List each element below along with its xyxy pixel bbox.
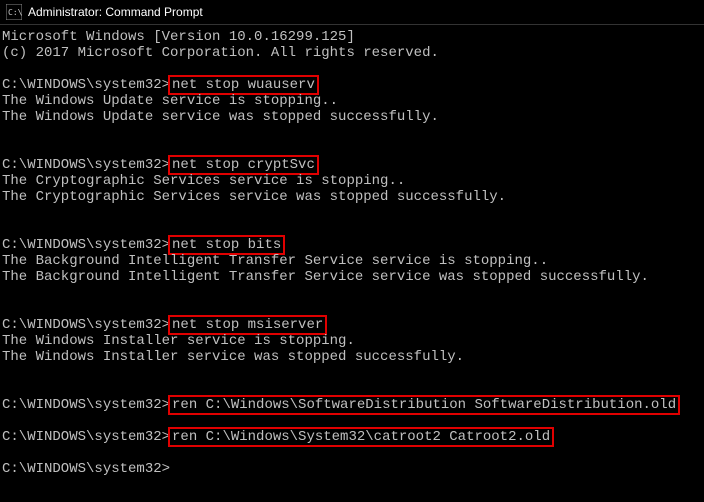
command-highlight: net stop wuauserv bbox=[168, 75, 319, 95]
prompt: C:\WINDOWS\system32> bbox=[2, 429, 170, 445]
output-line: The Cryptographic Services service was s… bbox=[2, 189, 702, 205]
output-line: The Windows Installer service is stoppin… bbox=[2, 333, 702, 349]
cmd-line: C:\WINDOWS\system32>ren C:\Windows\Syste… bbox=[2, 429, 702, 445]
copyright-line: (c) 2017 Microsoft Corporation. All righ… bbox=[2, 45, 702, 61]
prompt: C:\WINDOWS\system32> bbox=[2, 317, 170, 333]
blank-line bbox=[2, 141, 702, 157]
command-highlight: net stop msiserver bbox=[168, 315, 327, 335]
command-highlight: ren C:\Windows\SoftwareDistribution Soft… bbox=[168, 395, 680, 415]
cmd-line: C:\WINDOWS\system32>ren C:\Windows\Softw… bbox=[2, 397, 702, 413]
prompt: C:\WINDOWS\system32> bbox=[2, 237, 170, 253]
command-highlight: net stop bits bbox=[168, 235, 285, 255]
window-title: Administrator: Command Prompt bbox=[28, 5, 203, 19]
output-line: The Background Intelligent Transfer Serv… bbox=[2, 253, 702, 269]
blank-line bbox=[2, 301, 702, 317]
blank-line bbox=[2, 61, 702, 77]
terminal-output[interactable]: Microsoft Windows [Version 10.0.16299.12… bbox=[0, 25, 704, 479]
cmd-line: C:\WINDOWS\system32>net stop wuauserv bbox=[2, 77, 702, 93]
blank-line bbox=[2, 221, 702, 237]
version-line: Microsoft Windows [Version 10.0.16299.12… bbox=[2, 29, 702, 45]
blank-line bbox=[2, 445, 702, 461]
output-line: The Background Intelligent Transfer Serv… bbox=[2, 269, 702, 285]
window-titlebar[interactable]: C:\ Administrator: Command Prompt bbox=[0, 0, 704, 25]
cmd-icon: C:\ bbox=[6, 4, 22, 20]
output-line: The Cryptographic Services service is st… bbox=[2, 173, 702, 189]
prompt: C:\WINDOWS\system32> bbox=[2, 397, 170, 413]
output-line: The Windows Update service was stopped s… bbox=[2, 109, 702, 125]
blank-line bbox=[2, 285, 702, 301]
cmd-line[interactable]: C:\WINDOWS\system32> bbox=[2, 461, 702, 477]
prompt: C:\WINDOWS\system32> bbox=[2, 157, 170, 173]
cmd-line: C:\WINDOWS\system32>net stop cryptSvc bbox=[2, 157, 702, 173]
svg-text:C:\: C:\ bbox=[8, 8, 22, 17]
cmd-line: C:\WINDOWS\system32>net stop bits bbox=[2, 237, 702, 253]
blank-line bbox=[2, 125, 702, 141]
output-line: The Windows Installer service was stoppe… bbox=[2, 349, 702, 365]
blank-line bbox=[2, 365, 702, 381]
cmd-line: C:\WINDOWS\system32>net stop msiserver bbox=[2, 317, 702, 333]
command-highlight: ren C:\Windows\System32\catroot2 Catroot… bbox=[168, 427, 554, 447]
output-line: The Windows Update service is stopping.. bbox=[2, 93, 702, 109]
command-highlight: net stop cryptSvc bbox=[168, 155, 319, 175]
prompt: C:\WINDOWS\system32> bbox=[2, 77, 170, 93]
prompt: C:\WINDOWS\system32> bbox=[2, 461, 170, 477]
blank-line bbox=[2, 205, 702, 221]
